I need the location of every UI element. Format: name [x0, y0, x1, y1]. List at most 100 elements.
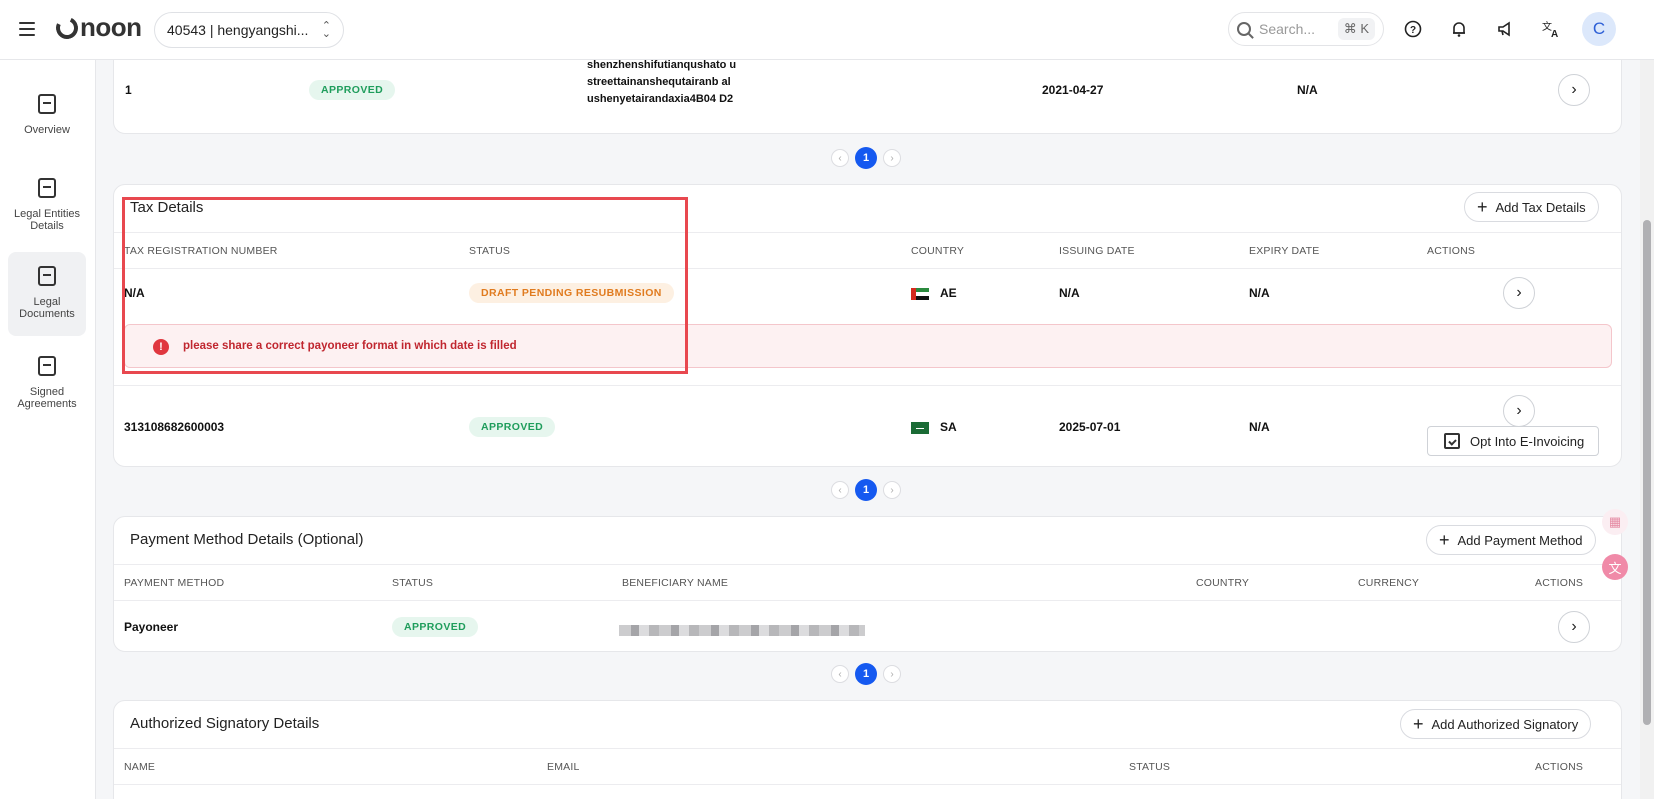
divider [114, 600, 1621, 601]
opt-into-e-invoicing-button[interactable]: Opt Into E-Invoicing [1427, 426, 1600, 456]
divider [114, 564, 1621, 565]
expiry-date: N/A [1249, 420, 1270, 434]
signed-document-icon [38, 356, 56, 376]
chevron-updown-icon: ⌃ ⌄ [321, 20, 331, 40]
issuing-date: N/A [1059, 286, 1080, 300]
view-details-button[interactable]: › [1558, 611, 1590, 643]
beneficiary-name-redacted [619, 625, 865, 636]
document-address: shenzhenshifutianqushato ustreettainansh… [587, 59, 737, 105]
sidebar-item-label: Overview [24, 124, 70, 136]
column-header: ACTIONS [1535, 761, 1584, 773]
translate-icon[interactable]: 文A [1538, 16, 1564, 42]
highlight-annotation [122, 197, 688, 374]
chevron-right-icon: › [1516, 284, 1522, 301]
chevron-right-icon: › [1571, 81, 1577, 98]
sidebar-item-legal-entities[interactable]: Legal Entities Details [8, 164, 86, 244]
column-header: COUNTRY [1196, 577, 1250, 589]
clipboard-icon [38, 94, 56, 114]
svg-text:A: A [1551, 29, 1558, 38]
section-title: Payment Method Details (Optional) [130, 531, 364, 548]
column-header: BENEFICIARY NAME [622, 577, 729, 589]
page-number[interactable]: 1 [855, 663, 877, 685]
page-number[interactable]: 1 [855, 479, 877, 501]
next-page-button[interactable]: › [883, 481, 901, 499]
add-payment-method-button[interactable]: + Add Payment Method [1426, 525, 1596, 555]
column-header: STATUS [392, 577, 434, 589]
status-badge: APPROVED [392, 617, 479, 637]
prev-page-button[interactable]: ‹ [831, 665, 849, 683]
avatar[interactable]: C [1582, 12, 1616, 46]
authorized-signatory-card: Authorized Signatory Details + Add Author… [113, 700, 1622, 799]
pagination: ‹ 1 › [831, 479, 901, 501]
add-tax-details-button[interactable]: + Add Tax Details [1464, 192, 1599, 222]
sidebar-item-label: Legal Documents [19, 296, 75, 320]
sidebar-item-signed-agreements[interactable]: Signed Agreements [8, 342, 86, 422]
column-header: NAME [124, 761, 156, 773]
column-header: PAYMENT METHOD [124, 577, 225, 589]
status-badge: APPROVED [309, 80, 396, 100]
country-code: AE [940, 286, 957, 300]
next-page-button[interactable]: › [883, 665, 901, 683]
column-header: ACTIONS [1535, 577, 1584, 589]
divider [114, 784, 1621, 785]
chevron-right-icon: › [1571, 618, 1577, 635]
button-label: Add Authorized Signatory [1431, 716, 1579, 732]
bell-icon[interactable] [1446, 16, 1472, 42]
button-label: Opt Into E-Invoicing [1470, 433, 1585, 449]
column-header: STATUS [1129, 761, 1171, 773]
sidebar-item-label: Signed Agreements [17, 386, 77, 410]
pagination: ‹ 1 › [831, 663, 901, 685]
button-label: Add Tax Details [1495, 199, 1586, 215]
prev-page-button[interactable]: ‹ [831, 481, 849, 499]
view-details-button[interactable]: › [1503, 277, 1535, 309]
prev-page-button[interactable]: ‹ [831, 149, 849, 167]
menu-icon[interactable] [16, 18, 38, 40]
calendar-check-icon [1444, 433, 1460, 449]
add-authorized-signatory-button[interactable]: + Add Authorized Signatory [1400, 709, 1592, 739]
sidebar-item-legal-documents[interactable]: Legal Documents [8, 252, 86, 336]
noon-logo[interactable]: noon [52, 12, 142, 43]
avatar-initial: C [1592, 19, 1606, 38]
column-header: EXPIRY DATE [1249, 245, 1320, 257]
plus-icon: + [1413, 714, 1424, 734]
scrollbar-thumb[interactable] [1643, 220, 1651, 725]
scrollbar[interactable] [1640, 60, 1654, 799]
column-header: EMAIL [547, 761, 580, 773]
column-header: CURRENCY [1358, 577, 1420, 589]
column-header: ACTIONS [1427, 245, 1476, 257]
translate-icon[interactable]: 文 [1602, 554, 1628, 580]
document-person-icon [38, 178, 56, 198]
column-header: COUNTRY [911, 245, 965, 257]
chevron-right-icon: › [1516, 402, 1522, 419]
payment-method-card: Payment Method Details (Optional) + Add P… [113, 516, 1622, 652]
payment-method: Payoneer [124, 620, 179, 634]
search-shortcut: ⌘ K [1337, 18, 1375, 40]
saudi-flag-icon [911, 422, 929, 434]
view-details-button[interactable]: › [1503, 395, 1535, 427]
megaphone-icon[interactable] [1492, 16, 1518, 42]
expiry-date: N/A [1297, 83, 1318, 97]
divider [114, 385, 1621, 386]
sidebar: Overview Legal Entities Details Legal Do… [0, 60, 96, 799]
search-icon [1237, 22, 1251, 36]
document-number: 1 [125, 83, 132, 97]
expiry-date: N/A [1249, 286, 1270, 300]
tax-registration-number: 313108682600003 [124, 420, 225, 434]
sidebar-item-overview[interactable]: Overview [8, 80, 86, 152]
section-title: Authorized Signatory Details [130, 715, 320, 732]
search-placeholder: Search... [1259, 21, 1316, 37]
country-code: SA [940, 420, 957, 434]
help-icon[interactable]: ? [1400, 16, 1426, 42]
logo-text: noon [80, 12, 142, 42]
apps-icon[interactable]: ▦ [1602, 509, 1628, 535]
divider [114, 748, 1621, 749]
issuing-date: 2025-07-01 [1059, 420, 1121, 434]
documents-icon [38, 266, 56, 286]
next-page-button[interactable]: › [883, 149, 901, 167]
store-selector[interactable]: 40543 | hengyangshi... ⌃ ⌄ [154, 12, 344, 48]
plus-icon: + [1477, 197, 1488, 217]
view-details-button[interactable]: › [1558, 74, 1590, 106]
page-number[interactable]: 1 [855, 147, 877, 169]
search-input[interactable]: Search... ⌘ K [1228, 12, 1384, 46]
plus-icon: + [1439, 530, 1450, 550]
